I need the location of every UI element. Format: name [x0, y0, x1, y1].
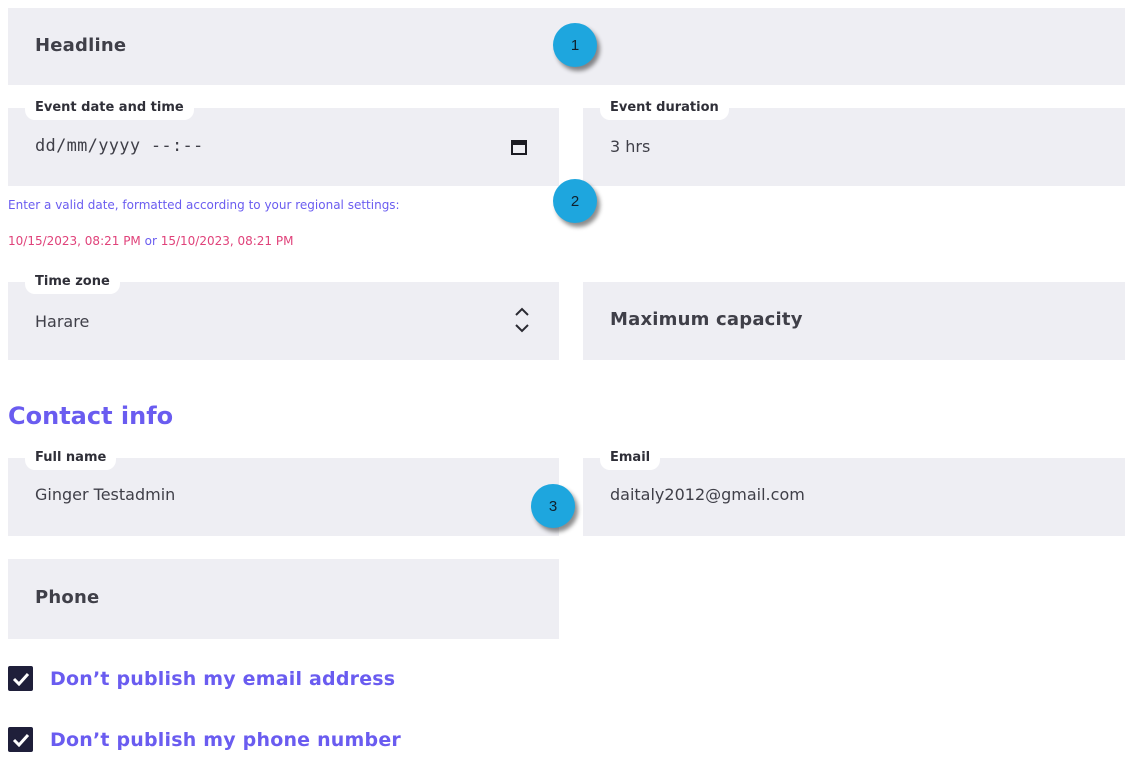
phone-field[interactable]: Phone [8, 559, 559, 639]
time-zone-value: Harare [35, 312, 90, 331]
event-duration-value: 3 hrs [610, 137, 651, 156]
email-value: daitaly2012@gmail.com [610, 485, 805, 504]
callout-badge-2: 2 [553, 179, 597, 223]
date-example-2: 15/10/2023, 08:21 PM [160, 234, 294, 248]
callout-badge-1: 1 [553, 23, 597, 67]
date-example-1: 10/15/2023, 08:21 PM [8, 234, 141, 248]
hide-phone-option[interactable]: Don’t publish my phone number [8, 727, 401, 752]
hide-email-option[interactable]: Don’t publish my email address [8, 666, 395, 691]
headline-placeholder: Headline [35, 35, 127, 56]
hide-email-checkbox[interactable] [8, 666, 33, 691]
full-name-value: Ginger Testadmin [35, 485, 176, 504]
max-capacity-placeholder: Maximum capacity [610, 309, 803, 330]
checkmark-icon [12, 672, 29, 686]
calendar-icon[interactable] [510, 138, 528, 160]
email-input[interactable]: daitaly2012@gmail.com [583, 458, 1125, 536]
callout-badge-3: 3 [531, 484, 575, 528]
hide-email-label[interactable]: Don’t publish my email address [50, 668, 395, 690]
up-down-chevron-icon [513, 302, 531, 342]
event-date-value: dd/mm/yyyy --:-- [35, 136, 204, 156]
email-label: Email [600, 448, 661, 470]
full-name-label: Full name [25, 448, 117, 470]
date-examples: 10/15/2023, 08:21 PM or 15/10/2023, 08:2… [8, 234, 293, 248]
event-date-label: Event date and time [25, 98, 194, 120]
max-capacity-field[interactable]: Maximum capacity [583, 282, 1125, 360]
contact-info-heading: Contact info [8, 402, 174, 430]
time-zone-label: Time zone [25, 272, 120, 294]
hide-phone-label[interactable]: Don’t publish my phone number [50, 729, 401, 751]
date-example-separator: or [140, 234, 161, 248]
checkmark-icon [12, 733, 29, 747]
event-duration-label: Event duration [600, 98, 729, 120]
phone-placeholder: Phone [35, 587, 100, 608]
hide-phone-checkbox[interactable] [8, 727, 33, 752]
date-help-text: Enter a valid date, formatted according … [8, 198, 400, 212]
